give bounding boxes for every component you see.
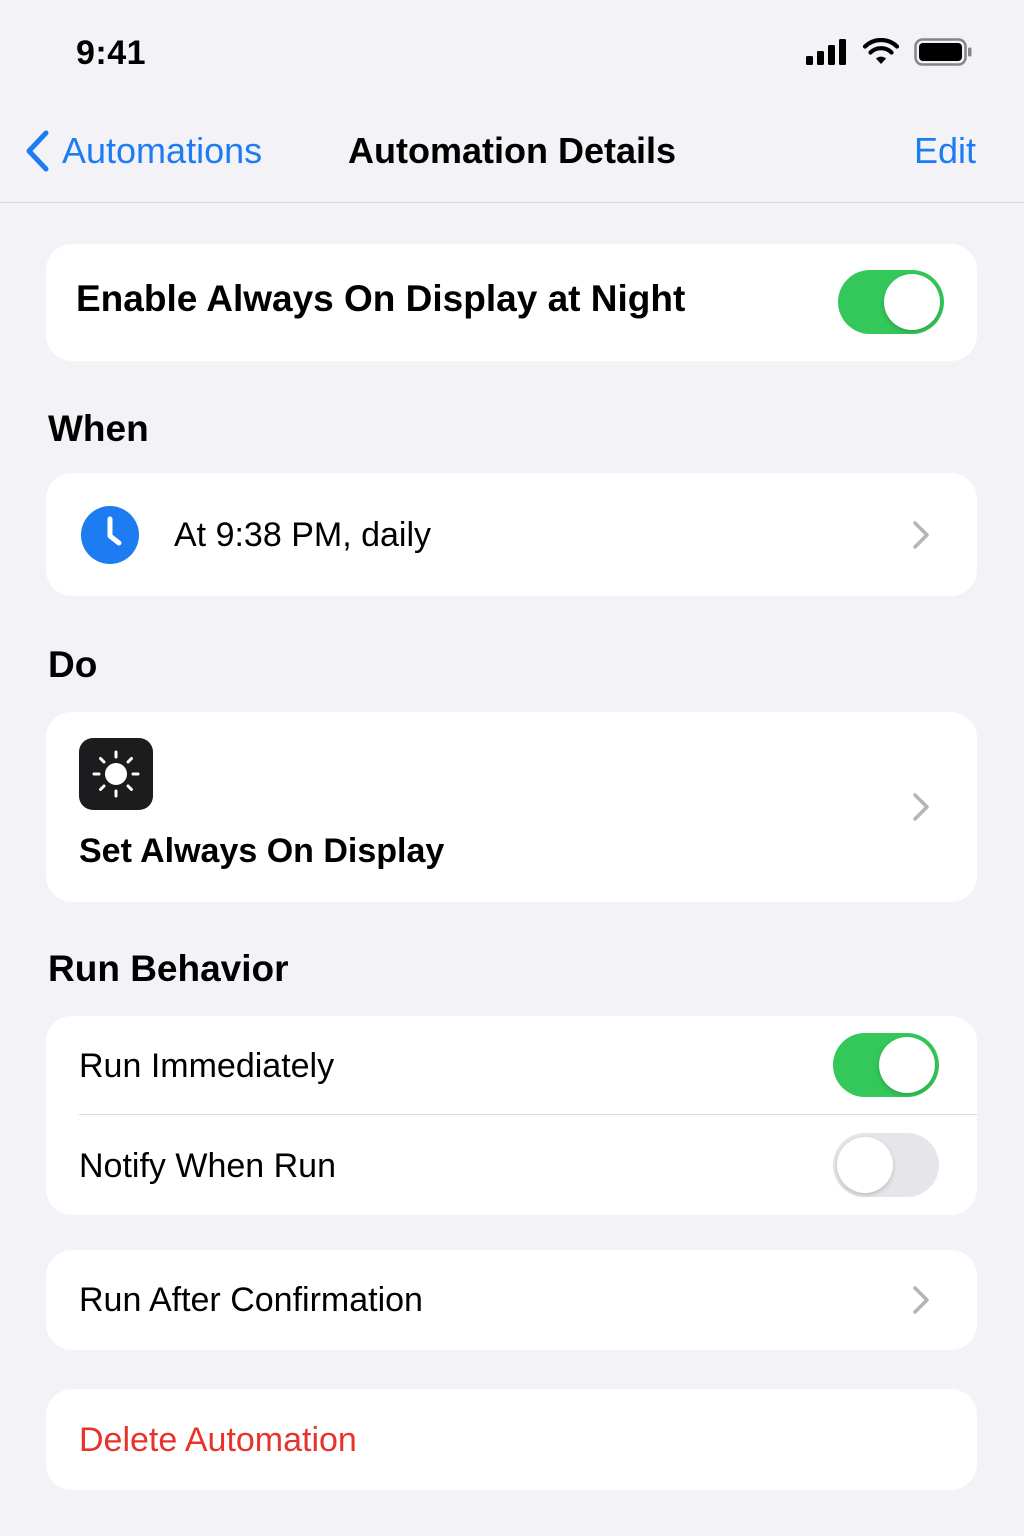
delete-automation-button[interactable]: Delete Automation [79, 1421, 357, 1460]
chevron-left-icon [26, 130, 49, 172]
action-icon-tile [79, 738, 153, 810]
cellular-signal-icon [806, 39, 846, 65]
delete-automation-row[interactable]: Delete Automation [46, 1389, 977, 1490]
toggle-knob [879, 1037, 935, 1093]
action-label: Set Always On Display [79, 832, 445, 870]
trigger-label: At 9:38 PM, daily [174, 516, 432, 554]
run-behavior-card: Run Immediately Notify When Run [46, 1016, 977, 1215]
toggle-knob [884, 274, 940, 330]
toggle-knob [837, 1137, 893, 1193]
notify-when-run-row: Notify When Run [46, 1115, 977, 1215]
sun-icon [92, 750, 140, 798]
chevron-right-icon [913, 1286, 929, 1314]
section-header-when: When [48, 408, 149, 449]
status-time: 9:41 [76, 34, 147, 72]
when-trigger-row[interactable]: At 9:38 PM, daily [46, 473, 977, 596]
run-after-confirmation-row[interactable]: Run After Confirmation [46, 1250, 977, 1350]
clock-icon [81, 506, 139, 564]
section-header-run-behavior: Run Behavior [48, 948, 289, 989]
automation-enabled-toggle[interactable] [838, 270, 944, 334]
section-header-do: Do [48, 644, 98, 685]
navigation-bar: Automation Details Automations Edit [0, 100, 1024, 203]
chevron-right-icon [913, 521, 929, 549]
run-immediately-row: Run Immediately [46, 1016, 977, 1115]
wifi-icon [862, 38, 900, 64]
back-button-label: Automations [62, 130, 263, 171]
automation-toggle-card: Enable Always On Display at Night [46, 244, 977, 361]
notify-when-run-toggle[interactable] [833, 1133, 939, 1197]
back-button[interactable]: Automations [24, 126, 262, 176]
run-after-confirmation-label: Run After Confirmation [79, 1281, 423, 1319]
run-immediately-toggle[interactable] [833, 1033, 939, 1097]
chevron-right-icon [913, 793, 929, 821]
status-icons [806, 36, 972, 68]
notify-when-run-label: Notify When Run [79, 1147, 336, 1185]
status-bar: 9:41 [0, 0, 1024, 100]
automation-name: Enable Always On Display at Night [76, 278, 686, 319]
edit-button[interactable]: Edit [914, 126, 976, 176]
battery-icon [914, 38, 972, 66]
do-action-row[interactable]: Set Always On Display [46, 712, 977, 902]
run-immediately-label: Run Immediately [79, 1047, 335, 1085]
